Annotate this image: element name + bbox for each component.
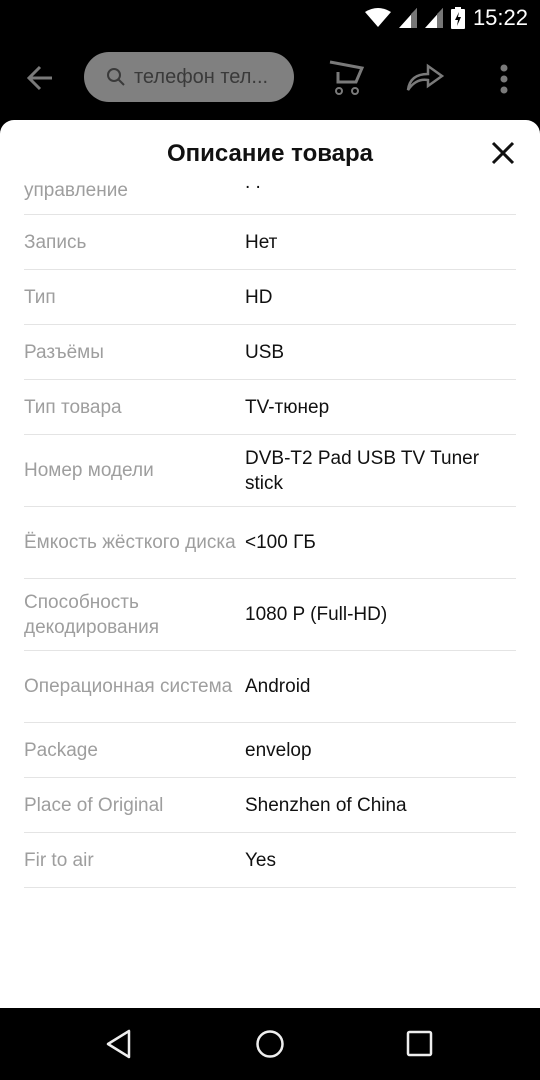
- spec-value: Нет: [245, 231, 278, 253]
- system-nav-bar: [0, 1008, 540, 1080]
- spec-key: Тип: [24, 286, 56, 308]
- spec-row: Fir to air Yes: [24, 833, 516, 888]
- nav-home-icon: [256, 1030, 284, 1058]
- product-description-sheet: Описание товара управление . . Запись Нет…: [0, 120, 540, 1008]
- nav-back-icon: [106, 1029, 131, 1059]
- spec-row: Тип товара TV-тюнер: [24, 380, 516, 435]
- spec-key: Разъёмы: [24, 341, 104, 363]
- spec-value: Shenzhen of China: [245, 794, 407, 816]
- spec-value: HD: [245, 286, 273, 308]
- spec-value: Yes: [245, 849, 276, 871]
- nav-home-button[interactable]: [254, 1028, 286, 1060]
- battery-charging-icon: [450, 7, 465, 29]
- spec-list[interactable]: управление . . Запись Нет Тип HD Разъёмы US…: [24, 172, 516, 888]
- more-vert-icon: [500, 64, 508, 94]
- cart-icon: [329, 60, 365, 95]
- spec-key: Place of Original: [24, 794, 164, 816]
- cart-button[interactable]: [326, 58, 370, 98]
- search-input[interactable]: телефон тел...: [84, 52, 294, 102]
- spec-row: Тип HD: [24, 270, 516, 325]
- more-options-button[interactable]: [494, 62, 514, 96]
- search-value: телефон тел...: [134, 65, 269, 88]
- status-bar: 15:22: [0, 0, 540, 36]
- spec-key: Ёмкость жёсткого диска: [24, 532, 236, 553]
- share-icon: [406, 63, 445, 91]
- spec-row: Номер модели DVB-T2 Pad USB TV Tuner stic…: [24, 435, 516, 507]
- spec-value: envelop: [245, 739, 312, 761]
- spec-value: <100 ГБ: [245, 532, 316, 553]
- spec-key: Fir to air: [24, 849, 94, 871]
- spec-row: Разъёмы USB: [24, 325, 516, 380]
- status-time: 15:22: [472, 5, 528, 30]
- spec-value: DVB-T2 Pad USB TV Tuner stick: [245, 447, 480, 494]
- spec-key: Тип товара: [24, 396, 122, 418]
- share-button[interactable]: [404, 60, 448, 96]
- spec-row: Способность декодирования 1080 P (Full-HD…: [24, 579, 516, 651]
- spec-row: Ёмкость жёсткого диска <100 ГБ: [24, 507, 516, 579]
- nav-recents-icon: [406, 1030, 433, 1057]
- spec-value: Android: [245, 676, 311, 697]
- spec-value: . .: [245, 172, 261, 193]
- spec-row: Операционная система Android: [24, 651, 516, 723]
- nav-recents-button[interactable]: [404, 1028, 436, 1060]
- close-icon: [491, 141, 515, 165]
- nav-back-button[interactable]: [104, 1028, 136, 1060]
- back-button[interactable]: [22, 60, 62, 96]
- spec-row: Запись Нет: [24, 215, 516, 270]
- spec-key: Package: [24, 739, 98, 761]
- arrow-left-icon: [26, 65, 52, 91]
- spec-value: 1080 P (Full-HD): [245, 604, 388, 625]
- spec-row: Package envelop: [24, 723, 516, 778]
- spec-value: TV-тюнер: [245, 396, 330, 418]
- spec-key: Операционная система: [24, 676, 233, 697]
- spec-key: управление: [24, 180, 128, 201]
- spec-key: Запись: [24, 231, 87, 253]
- spec-row: Place of Original Shenzhen of China: [24, 778, 516, 833]
- spec-value: USB: [245, 341, 285, 363]
- wifi-icon: [364, 8, 391, 27]
- spec-key: Способность декодирования: [24, 591, 160, 638]
- search-icon: [107, 68, 125, 86]
- sheet-title: Описание товара: [166, 140, 374, 167]
- spec-row-partial: управление . .: [24, 172, 516, 215]
- close-button[interactable]: [488, 138, 518, 168]
- app-bar: телефон тел...: [0, 36, 540, 120]
- signal-icon: [398, 8, 417, 28]
- signal-icon: [424, 8, 443, 28]
- spec-key: Номер модели: [24, 460, 154, 481]
